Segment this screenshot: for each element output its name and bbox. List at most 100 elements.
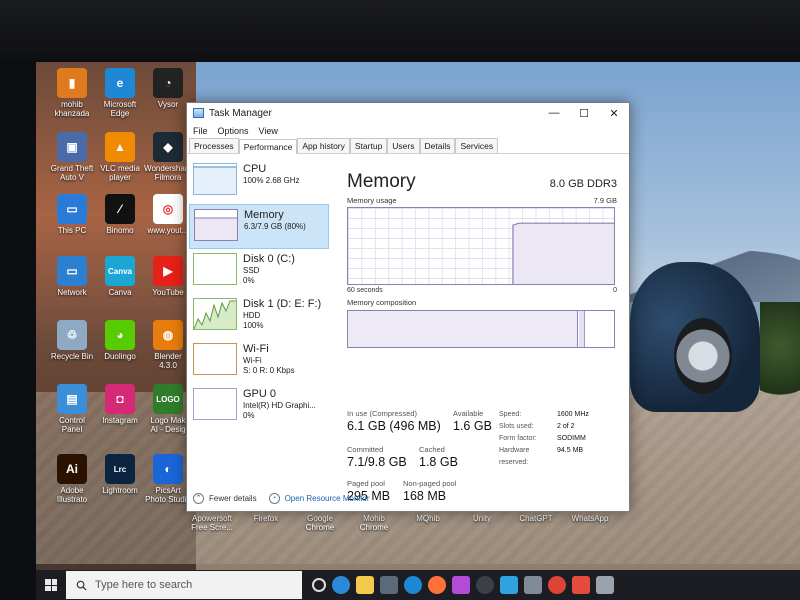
disk0-usage: 0% [243, 276, 255, 285]
hw-slots-value: 2 of 2 [557, 423, 575, 430]
disk0-thumbnail-graph [193, 253, 237, 285]
cortana-icon[interactable] [332, 576, 350, 594]
desktop-icon-label: VLC media player [100, 164, 140, 182]
app-icon: Ai [57, 454, 87, 484]
photos-icon[interactable] [596, 576, 614, 594]
wifi-thumbnail-graph [193, 343, 237, 375]
wifi-label: Wi-Fi [243, 343, 269, 355]
graph-axis-left: 60 seconds [347, 287, 383, 294]
desktop-icon[interactable]: ▭ Network [48, 256, 96, 297]
desktop-icon[interactable]: e Microsoft Edge [96, 68, 144, 118]
task-view-icon[interactable] [312, 578, 326, 592]
desktop-icon[interactable]: ChatGPT [512, 514, 560, 523]
tab-performance[interactable]: Performance [238, 139, 298, 154]
sidebar-item-memory[interactable]: Memory 6.3/7.9 GB (80%) [189, 204, 329, 249]
vpn-icon[interactable] [500, 576, 518, 594]
window-title: Task Manager [209, 107, 272, 119]
sidebar-item-wifi[interactable]: Wi-Fi Wi-Fi S: 0 R: 0 Kbps [189, 339, 329, 384]
desktop-icon[interactable]: ▤ Control Panel [48, 384, 96, 434]
tab-app-history[interactable]: App history [297, 138, 350, 153]
composition-in-use [348, 311, 578, 347]
desktop-icon[interactable]: ▲ VLC media player [96, 132, 144, 182]
desktop-icon[interactable]: ◘ Instagram [96, 384, 144, 425]
file-explorer-icon[interactable] [356, 576, 374, 594]
memory-composition-bar [347, 310, 615, 348]
desktop-icon[interactable]: WhatsApp [566, 514, 614, 523]
chrome-icon[interactable] [548, 576, 566, 594]
start-button[interactable] [36, 570, 66, 600]
wallpaper-wheel [674, 318, 732, 394]
menu-view[interactable]: View [259, 126, 278, 136]
sidebar-item-disk-1[interactable]: Disk 1 (D: E: F:) HDD 100% [189, 294, 329, 339]
hw-speed-value: 1600 MHz [557, 411, 589, 418]
sidebar-item-cpu[interactable]: CPU 100% 2.68 GHz [189, 159, 329, 204]
desktop-icon[interactable]: ◍ Blender 4.3.0 [144, 320, 192, 370]
disk0-type: SSD [243, 266, 260, 275]
close-button[interactable]: ✕ [599, 107, 629, 120]
memory-usage-max: 7.9 GB [593, 196, 617, 205]
tab-processes[interactable]: Processes [189, 138, 239, 153]
stat-available: Available 1.6 GB [453, 409, 492, 433]
app-icon: ◔ [153, 68, 183, 98]
desktop-icon[interactable]: ▭ This PC [48, 194, 96, 235]
desktop-icon[interactable]: ◔ Vysor [144, 68, 192, 109]
desktop-icon[interactable]: ▣ Grand Theft Auto V [48, 132, 96, 182]
desktop-icon[interactable]: ◕ Duolingo [96, 320, 144, 361]
memory-thumbnail-graph [194, 209, 238, 241]
desktop-icon[interactable]: ◎ www.yout... [144, 194, 192, 235]
memory-label: Memory [244, 209, 284, 221]
desktop-icon[interactable]: ▮ mohib khanzada [48, 68, 96, 118]
desktop-icon[interactable]: Apowersoft Free Scre... [188, 514, 236, 532]
desktop-icon[interactable]: ▶ YouTube [144, 256, 192, 297]
taskbar-search-box[interactable]: Type here to search [66, 571, 302, 599]
stat-committed-label: Committed [347, 445, 384, 454]
desktop-icon[interactable]: ◐ PicsArt Photo Studio [144, 454, 192, 504]
sidebar-item-disk-0[interactable]: Disk 0 (C:) SSD 0% [189, 249, 329, 294]
desktop-icon[interactable]: MQhib [404, 514, 452, 523]
tab-services[interactable]: Services [455, 138, 499, 153]
screen-recorder-icon[interactable] [572, 576, 590, 594]
resource-monitor-icon: ◔ [268, 492, 280, 504]
memory-spec: 8.0 GB DDR3 [549, 178, 617, 190]
maximize-button[interactable]: ☐ [569, 107, 599, 120]
firefox-icon[interactable] [428, 576, 446, 594]
tab-details[interactable]: Details [419, 138, 456, 153]
cpu-label: CPU [243, 163, 267, 175]
sidebar-item-gpu[interactable]: GPU 0 Intel(R) HD Graphi... 0% [189, 384, 329, 429]
app-icon: ◐ [153, 454, 183, 484]
stat-committed-value: 7.1/9.8 GB [347, 455, 407, 469]
open-resource-monitor-link[interactable]: ◔ Open Resource Monitor [268, 492, 370, 504]
app-icon: ▲ [105, 132, 135, 162]
minimize-button[interactable]: — [539, 107, 569, 120]
menu-options[interactable]: Options [218, 126, 249, 136]
fewer-details-label: Fewer details [209, 493, 257, 503]
desktop-icon[interactable]: Mohib Chrome [350, 514, 398, 532]
desktop-icon[interactable]: Google Chrome [296, 514, 344, 532]
desktop-icon[interactable]: ♲ Recycle Bin [48, 320, 96, 361]
store-icon[interactable] [380, 576, 398, 594]
resource-sidebar: CPU 100% 2.68 GHz Memory 6.3/7.9 GB (80%… [189, 159, 329, 429]
desktop-icon[interactable]: Ai Adobe Illustrato [48, 454, 96, 504]
gpu-label: GPU 0 [243, 388, 277, 400]
fewer-details-button[interactable]: ⌃ Fewer details [193, 492, 257, 504]
tab-startup[interactable]: Startup [349, 138, 388, 153]
desktop-icon[interactable]: ⁄ Binomo [96, 194, 144, 235]
window-controls: — ☐ ✕ [539, 107, 629, 120]
task-manager-taskbar-icon[interactable] [524, 576, 542, 594]
desktop-icon[interactable]: Lrc Lightroom [96, 454, 144, 495]
app-icon: ◕ [105, 320, 135, 350]
chatgpt-icon[interactable] [476, 576, 494, 594]
hardware-info: Speed: 1600 MHz Slots used: 2 of 2 Form fa… [499, 409, 617, 469]
memory-usage-area [512, 223, 614, 284]
desktop-icon[interactable]: Canva Canva [96, 256, 144, 297]
picsart-icon[interactable] [452, 576, 470, 594]
desktop-icon[interactable]: Firefox [242, 514, 290, 523]
edge-icon[interactable] [404, 576, 422, 594]
menu-file[interactable]: File [193, 126, 208, 136]
desktop-icon[interactable]: Unity [458, 514, 506, 523]
desktop-icon[interactable]: ◆ Wondershare Filmora [144, 132, 192, 182]
desktop-icon[interactable]: LOGO Logo Mak AI - Desig [144, 384, 192, 434]
tab-users[interactable]: Users [387, 138, 420, 153]
desktop-icon-label: Vysor [157, 100, 179, 109]
title-bar[interactable]: Task Manager — ☐ ✕ [187, 103, 629, 123]
